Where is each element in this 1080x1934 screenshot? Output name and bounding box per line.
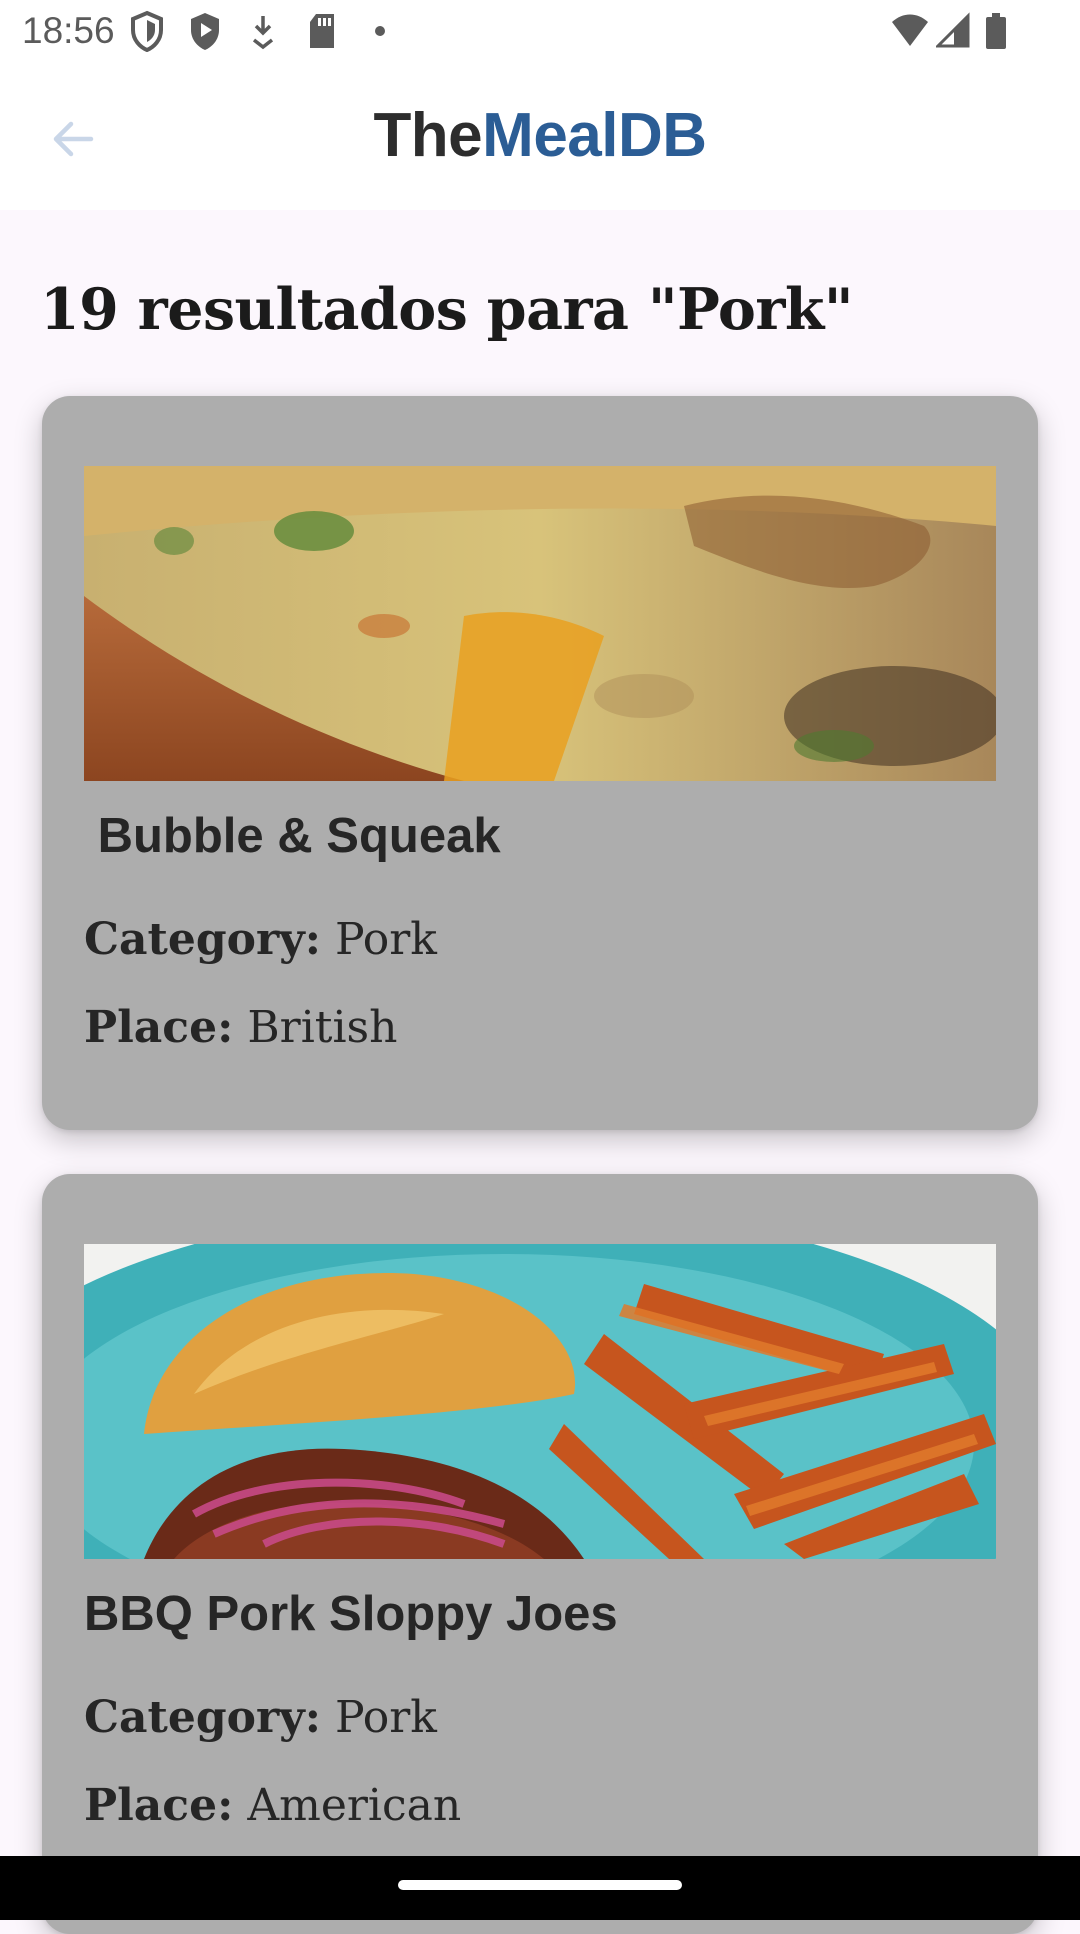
home-gesture-handle[interactable] [398, 1880, 682, 1890]
category-label: Category: [84, 1692, 321, 1743]
results-heading: 19 resultados para "Pork" [40, 276, 854, 343]
meal-place: Place: British [84, 1002, 397, 1053]
meal-place: Place: American [84, 1780, 461, 1831]
place-value: British [247, 1002, 398, 1053]
place-value: American [247, 1780, 462, 1831]
bbq-pork-sloppy-joes-photo [84, 1244, 996, 1559]
battery-icon [986, 13, 1006, 49]
status-time: 18:56 [22, 10, 115, 51]
app-title: TheMealDB [0, 100, 1080, 171]
category-label: Category: [84, 914, 321, 965]
shield-play-icon [191, 13, 219, 50]
signal-icon [936, 12, 970, 48]
download-icon [252, 16, 274, 50]
wifi-icon [892, 14, 928, 46]
app-title-the: The [373, 101, 483, 170]
app-bar: TheMealDB [0, 64, 1080, 210]
meal-card[interactable]: Bubble & Squeak Category: Pork Place: Br… [42, 396, 1038, 1130]
bubble-and-squeak-photo [84, 466, 996, 781]
category-value: Pork [334, 1692, 437, 1743]
sd-card-icon [310, 14, 334, 48]
meal-image [84, 466, 996, 781]
category-value: Pork [334, 914, 437, 965]
meal-title: BBQ Pork Sloppy Joes [84, 1587, 618, 1641]
place-label: Place: [84, 1780, 234, 1831]
meal-category: Category: Pork [84, 1692, 437, 1743]
system-nav-bar [0, 1856, 1080, 1920]
meal-image [84, 1244, 996, 1559]
meal-category: Category: Pork [84, 914, 437, 965]
meal-title: Bubble & Squeak [84, 809, 501, 863]
place-label: Place: [84, 1002, 234, 1053]
shield-outline-icon [131, 10, 163, 52]
dot-icon [375, 26, 385, 36]
meal-card[interactable]: BBQ Pork Sloppy Joes Category: Pork Plac… [42, 1174, 1038, 1934]
app-title-mealdb: MealDB [482, 101, 707, 170]
status-bar: 18:56 [0, 0, 1080, 64]
